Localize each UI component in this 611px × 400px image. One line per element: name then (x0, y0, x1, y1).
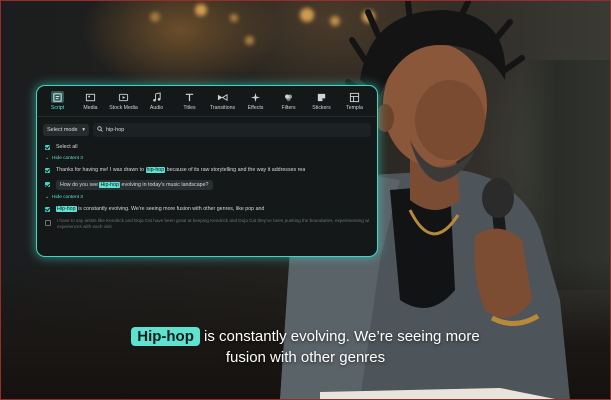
media-icon (84, 91, 97, 103)
tab-label: Titles (183, 105, 196, 111)
match-highlight: hip-hop (145, 167, 166, 173)
select-all-label: Select all (56, 144, 78, 150)
tab-filters[interactable]: Filters (272, 86, 305, 116)
hide-content-toggle[interactable]: ⌄ Hide content 3 (37, 192, 377, 202)
stock-media-icon (117, 91, 130, 103)
item-checkbox[interactable] (45, 182, 50, 187)
script-editor-panel: Script Media Stock Media Audio Titles Tr… (37, 86, 377, 256)
tab-effects[interactable]: Effects (239, 86, 272, 116)
item-checkbox[interactable] (45, 167, 50, 173)
hide-content-label: Hide content 3 (52, 194, 83, 200)
hide-content-toggle[interactable]: ⌄ Hide content 3 (37, 153, 377, 163)
tab-stickers[interactable]: Stickers (305, 86, 338, 116)
select-all-checkbox[interactable] (45, 144, 50, 150)
video-scene: Script Media Stock Media Audio Titles Tr… (0, 0, 611, 400)
match-highlight: Hip-hop (99, 181, 121, 188)
toolbar: Script Media Stock Media Audio Titles Tr… (37, 86, 377, 117)
bokeh-light (195, 4, 207, 16)
tab-label: Media (83, 105, 98, 111)
sparkle-icon (249, 91, 262, 103)
list-item[interactable]: I have to say artists like Kendrick and … (37, 216, 377, 236)
script-icon (51, 91, 64, 103)
filters-icon (282, 91, 295, 103)
tab-media[interactable]: Media (74, 86, 107, 116)
search-query: hip-hop (106, 127, 125, 133)
chevron-down-icon: ▾ (82, 127, 85, 133)
chevron-down-icon: ⌄ (45, 155, 50, 161)
mode-select[interactable]: Select mode ▾ (43, 124, 89, 136)
mode-select-value: Select mode (47, 127, 78, 133)
item-text: How do you see (60, 181, 100, 188)
search-icon (97, 126, 103, 134)
sticker-icon (315, 91, 328, 103)
tab-label: Transitions (209, 105, 236, 111)
match-highlight: Hip-hop (56, 206, 77, 212)
subtitle-caption: Hip-hop is constantly evolving. We’re se… (0, 326, 611, 368)
tab-label: Stock Media (109, 105, 138, 111)
tab-label: Filters (281, 105, 296, 111)
item-text: because of its raw storytelling and the … (165, 167, 306, 173)
tab-label: Script (50, 105, 65, 111)
list-item[interactable]: How do you see Hip-hop evolving in today… (37, 177, 377, 192)
hide-content-label: Hide content 3 (52, 155, 83, 161)
item-checkbox[interactable] (45, 220, 51, 226)
tab-label: Audio (149, 105, 164, 111)
tab-label: Stickers (312, 105, 331, 111)
transitions-icon (216, 91, 229, 103)
search-row: Select mode ▾ hip-hop (37, 117, 377, 141)
item-text: Thanks for having me! I was drawn to (56, 167, 146, 173)
caption-line-2: fusion with other genres (225, 349, 386, 366)
tab-titles[interactable]: Titles (173, 86, 206, 116)
tab-stock-media[interactable]: Stock Media (107, 86, 140, 116)
music-note-icon (150, 91, 163, 103)
item-text: is constantly evolving. We're seeing mor… (76, 206, 265, 212)
tab-templates[interactable]: Templa (338, 86, 371, 116)
tab-label: Templa (346, 105, 363, 111)
list-item[interactable]: Thanks for having me! I was drawn to hip… (37, 163, 377, 177)
tab-script[interactable]: Script (41, 86, 74, 116)
list-item[interactable]: Hip-hop is constantly evolving. We're se… (37, 202, 377, 216)
templates-icon (348, 91, 361, 103)
tab-transitions[interactable]: Transitions (206, 86, 239, 116)
tab-label: Effects (247, 105, 264, 111)
search-input[interactable]: hip-hop (93, 123, 371, 137)
caption-highlight: Hip-hop (131, 327, 200, 346)
item-text: experiences with each visit (57, 224, 112, 229)
bokeh-light (245, 36, 254, 45)
tab-audio[interactable]: Audio (140, 86, 173, 116)
item-text: evolving in today's music landscape? (120, 181, 209, 188)
select-all-row[interactable]: Select all (37, 141, 377, 153)
chevron-down-icon: ⌄ (45, 194, 50, 200)
caption-line-1: is constantly evolving. We’re seeing mor… (199, 328, 480, 345)
bokeh-light (150, 12, 160, 22)
item-checkbox[interactable] (45, 206, 50, 212)
bokeh-light (230, 14, 238, 22)
text-icon (183, 91, 196, 103)
